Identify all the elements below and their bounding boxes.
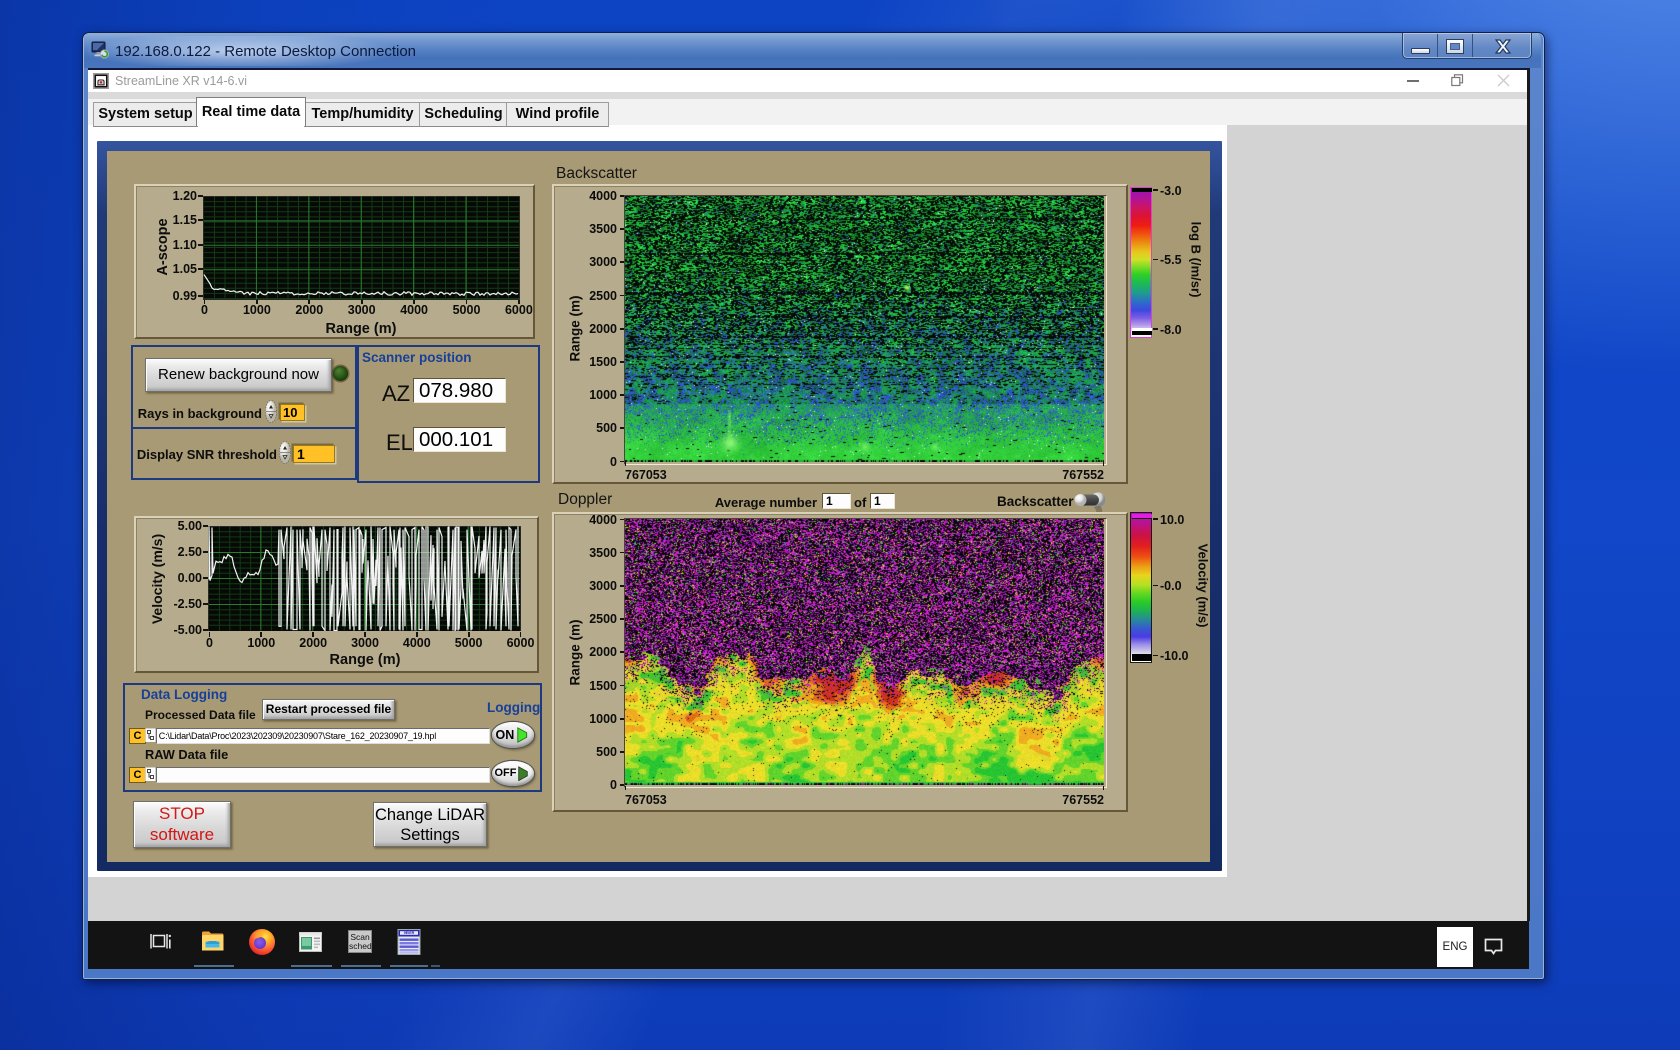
svg-text:9EIER: 9EIER bbox=[404, 931, 415, 935]
